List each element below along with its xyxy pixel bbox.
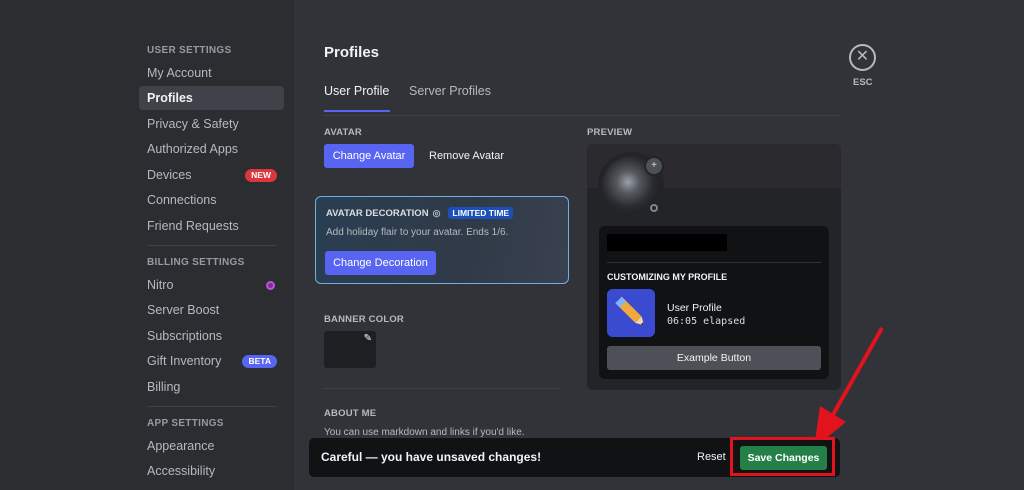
user-settings-heading: USER SETTINGS [147,45,232,56]
new-badge: NEW [245,168,277,182]
offline-status-icon [650,204,658,212]
section-divider [324,388,560,389]
avatar-decoration-description: Add holiday flair to your avatar. Ends 1… [326,227,509,238]
sidebar-item-label: Devices [147,168,192,182]
beta-badge: BETA [242,354,277,368]
sidebar-item-devices[interactable]: Devices NEW [139,163,284,187]
customizing-label: CUSTOMIZING MY PROFILE [607,272,728,282]
sidebar-item-server-boost[interactable]: Server Boost [139,298,284,322]
nitro-icon: ◎ [432,207,441,218]
close-icon[interactable]: ✕ [849,44,876,71]
settings-sidebar: USER SETTINGS My Account Profiles Privac… [0,0,294,490]
save-changes-button[interactable]: Save Changes [740,446,827,470]
banner-color-swatch[interactable]: ✎ [324,331,376,368]
sidebar-item-appearance[interactable]: Appearance [139,434,284,458]
sidebar-divider [147,406,277,407]
red-arrow-annotation [814,327,884,448]
activity-time: 06:05 elapsed [667,316,746,327]
tab-user-profile[interactable]: User Profile [324,84,389,98]
profiles-content: Profiles User Profile Server Profiles AV… [294,0,1024,490]
about-me-input[interactable]: You can use markdown and links if you'd … [324,427,525,438]
remove-avatar-button[interactable]: Remove Avatar [429,144,504,168]
sidebar-item-label: Friend Requests [147,219,239,233]
sidebar-item-label: Appearance [147,439,215,453]
sidebar-item-my-account[interactable]: My Account [139,61,284,85]
sidebar-item-label: Profiles [147,91,193,105]
sidebar-item-friend-requests[interactable]: Friend Requests [139,214,284,238]
reset-button[interactable]: Reset [697,451,726,463]
sidebar-item-label: Billing [147,380,181,394]
sidebar-item-label: Privacy & Safety [147,117,239,131]
sidebar-item-label: Authorized Apps [147,142,239,156]
about-me-label: ABOUT ME [324,408,377,419]
nitro-icon [266,280,275,290]
sidebar-divider [147,245,277,246]
sidebar-item-connections[interactable]: Connections [139,188,284,212]
avatar-decoration-title: AVATAR DECORATION ◎ LIMITED TIME [326,207,514,219]
unsaved-changes-bar: Careful — you have unsaved changes! Rese… [309,437,840,477]
avatar-label: AVATAR [324,127,362,138]
sidebar-item-label: Connections [147,193,217,207]
avatar-decoration-card: AVATAR DECORATION ◎ LIMITED TIME Add hol… [315,196,569,284]
limited-time-badge: LIMITED TIME [448,207,514,219]
preview-inner-card: CUSTOMIZING MY PROFILE User Profile 06:0… [599,226,829,379]
sidebar-item-label: Subscriptions [147,329,223,343]
sidebar-item-label: Server Boost [147,303,220,317]
unsaved-changes-text: Careful — you have unsaved changes! [321,450,542,464]
redacted-username [607,234,727,251]
app-settings-heading: APP SETTINGS [147,418,224,429]
pencil-icon: ✎ [363,333,372,344]
sidebar-item-label: My Account [147,66,212,80]
tab-server-profiles[interactable]: Server Profiles [409,84,491,98]
preview-label: PREVIEW [587,127,633,138]
banner-color-label: BANNER COLOR [324,314,404,325]
active-tab-indicator [324,110,390,112]
preview-divider [607,262,821,263]
example-button[interactable]: Example Button [607,346,821,370]
change-decoration-button[interactable]: Change Decoration [325,251,436,275]
sidebar-item-label: Nitro [147,278,174,292]
avatar-decoration-label: AVATAR DECORATION [326,207,429,219]
tabs-divider [324,115,840,116]
sidebar-item-nitro[interactable]: Nitro [139,273,284,297]
billing-settings-heading: BILLING SETTINGS [147,257,245,268]
sidebar-item-label: Accessibility [147,464,216,478]
add-status-icon[interactable]: + [644,156,664,176]
sidebar-item-label: Gift Inventory [147,354,222,368]
sidebar-item-subscriptions[interactable]: Subscriptions [139,324,284,348]
pencil-app-icon [607,289,655,337]
sidebar-item-accessibility[interactable]: Accessibility [139,459,284,483]
sidebar-item-profiles[interactable]: Profiles [139,86,284,110]
esc-label: ESC [853,77,873,88]
sidebar-item-privacy-safety[interactable]: Privacy & Safety [139,112,284,136]
activity-title: User Profile [667,302,722,314]
sidebar-item-authorized-apps[interactable]: Authorized Apps [139,137,284,161]
sidebar-item-billing[interactable]: Billing [139,375,284,399]
change-avatar-button[interactable]: Change Avatar [324,144,414,168]
page-title: Profiles [324,44,380,61]
sidebar-item-gift-inventory[interactable]: Gift Inventory BETA [139,349,284,373]
